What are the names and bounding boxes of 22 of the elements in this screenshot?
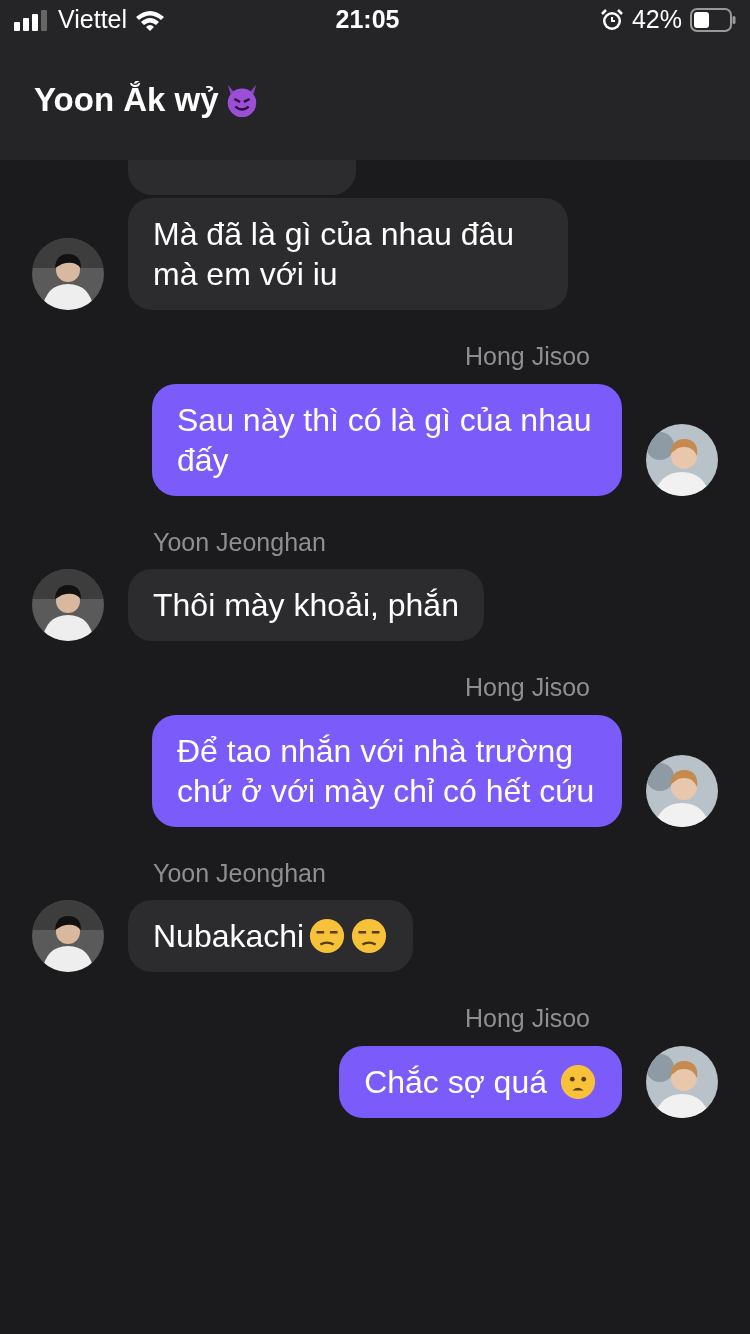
message-bubble: Sau này thì có là gì của nhau đấy: [152, 383, 622, 496]
sender-name: Hong Jisoo: [463, 672, 590, 703]
chat-title: Yoon Ắk wỷ: [34, 80, 219, 121]
wifi-icon: [135, 9, 166, 31]
unamused-emoji-icon: [350, 917, 389, 955]
alarm-clock-icon: [599, 8, 624, 32]
sender-name: Yoon Jeonghan: [153, 526, 327, 558]
worried-emoji-icon: [559, 1062, 597, 1101]
sender-name: Hong Jisoo: [463, 1003, 590, 1034]
message-bubble: Chắc sợ quá: [339, 1045, 622, 1118]
battery-icon: [690, 8, 736, 32]
sender-name: Yoon Jeonghan: [153, 857, 327, 889]
clock-time: 21:05: [335, 4, 400, 36]
sender-name: Hong Jisoo: [463, 341, 590, 372]
message-bubble: Mà đã là gì của nhau đâu mà em với iu: [128, 198, 568, 310]
signal-icon: [14, 9, 50, 31]
message-bubble: Để tao nhắn với nhà trường chứ ở với mày chỉ có hết cứu: [152, 714, 622, 827]
carrier-name: Viettel: [58, 4, 128, 36]
unamused-emoji-icon: [308, 917, 347, 955]
battery-percent: 42%: [631, 4, 682, 36]
message-bubble: Nubakachi: [128, 900, 414, 972]
message-bubble: Thôi mày khoải, phắn: [128, 569, 484, 641]
